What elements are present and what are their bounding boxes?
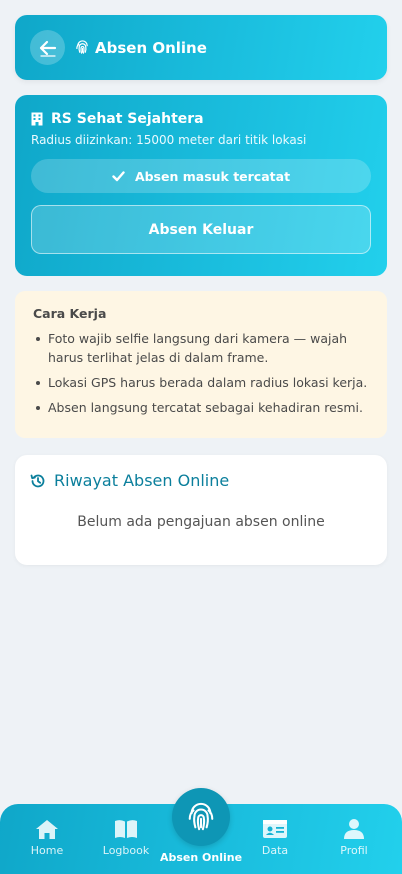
header-title-group: Absen Online (75, 39, 207, 57)
list-item: Foto wajib selfie langsung dari kamera —… (33, 329, 369, 367)
nav-label-absen-online: Absen Online (159, 851, 243, 864)
checkin-status-badge: Absen masuk tercatat (31, 159, 371, 193)
checkout-button-label: Absen Keluar (148, 221, 254, 238)
history-title: Riwayat Absen Online (54, 471, 230, 490)
list-item: Absen langsung tercatat sebagai kehadira… (33, 398, 369, 417)
back-button[interactable] (30, 30, 65, 65)
building-icon (31, 112, 43, 126)
book-icon (115, 820, 137, 838)
nav-item-absen-online[interactable] (172, 788, 230, 846)
fingerprint-icon (188, 802, 214, 831)
location-name: RS Sehat Sejahtera (51, 111, 204, 127)
nav-label-data: Data (261, 844, 289, 857)
id-card-icon (263, 820, 287, 838)
how-it-works-list: Foto wajib selfie langsung dari kamera —… (33, 329, 369, 417)
history-icon (30, 474, 45, 487)
user-icon (344, 819, 364, 839)
how-it-works-card: Cara Kerja Foto wajib selfie langsung da… (15, 291, 387, 438)
nav-item-home[interactable]: Home (12, 818, 82, 857)
history-title-row: Riwayat Absen Online (30, 471, 372, 490)
list-item: Lokasi GPS harus berada dalam radius lok… (33, 373, 369, 392)
history-card: Riwayat Absen Online Belum ada pengajuan… (15, 455, 387, 565)
check-icon (112, 170, 125, 181)
history-empty-state: Belum ada pengajuan absen online (77, 514, 325, 530)
app-header: Absen Online (15, 15, 387, 80)
arrow-left-icon (39, 40, 56, 57)
location-radius: Radius diizinkan: 15000 meter dari titik… (31, 133, 307, 147)
location-card: RS Sehat Sejahtera Radius diizinkan: 150… (15, 95, 387, 276)
nav-label-home: Home (30, 844, 64, 857)
page-title: Absen Online (95, 38, 207, 57)
fingerprint-icon (76, 40, 88, 54)
location-name-row: RS Sehat Sejahtera (31, 111, 371, 127)
home-icon (36, 820, 58, 839)
checkin-status-text: Absen masuk tercatat (134, 168, 291, 184)
nav-item-profil[interactable]: Profil (319, 818, 389, 857)
how-it-works-title: Cara Kerja (33, 306, 107, 321)
nav-label-logbook: Logbook (102, 844, 150, 857)
checkout-button[interactable]: Absen Keluar (31, 205, 371, 254)
nav-label-profil: Profil (340, 844, 368, 857)
